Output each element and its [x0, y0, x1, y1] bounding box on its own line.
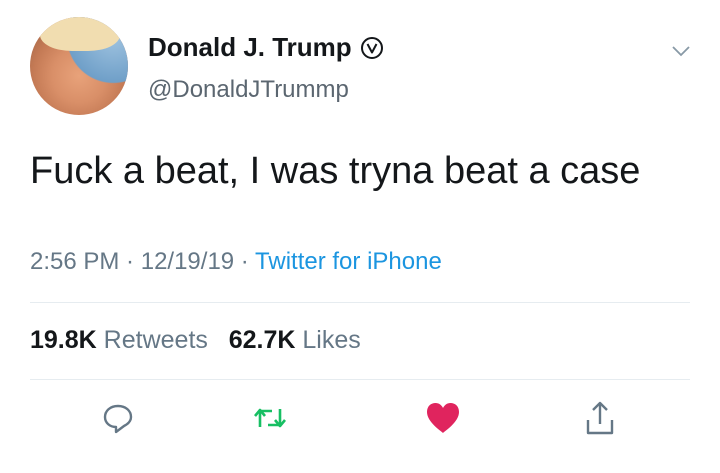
retweets-label: Retweets — [103, 326, 208, 354]
heart-icon — [427, 403, 459, 433]
tweet-source-link[interactable]: Twitter for iPhone — [255, 248, 442, 275]
avatar-hair — [40, 17, 120, 51]
author-name-row: Donald J. Trump — [148, 32, 384, 63]
retweet-button[interactable] — [250, 398, 290, 438]
retweets-count: 19.8K — [30, 326, 97, 354]
verified-badge-icon — [360, 36, 383, 59]
likes-count: 62.7K — [228, 326, 296, 354]
likes-stat[interactable]: 62.7K Likes — [229, 326, 361, 354]
avatar[interactable] — [30, 17, 128, 115]
tweet-date[interactable]: 12/19/19 — [141, 248, 234, 275]
divider — [30, 379, 690, 380]
retweet-icon — [254, 408, 286, 428]
retweets-stat[interactable]: 19.8K Retweets — [30, 326, 208, 354]
tweet-time[interactable]: 2:56 PM — [30, 248, 119, 275]
tweet-stats: 19.8K Retweets 62.7K Likes — [30, 326, 361, 355]
tweet-text: Fuck a beat, I was tryna beat a case — [30, 150, 641, 192]
share-button[interactable] — [580, 398, 620, 438]
like-button[interactable] — [423, 398, 463, 438]
share-icon — [586, 401, 614, 435]
author-name[interactable]: Donald J. Trump — [148, 32, 352, 63]
tweet-meta: 2:56 PM · 12/19/19 · Twitter for iPhone — [30, 248, 442, 276]
divider — [30, 302, 690, 303]
reply-icon — [103, 404, 133, 434]
meta-separator: · — [119, 248, 141, 275]
chevron-down-icon[interactable] — [670, 40, 692, 62]
action-bar — [0, 398, 720, 448]
likes-label: Likes — [302, 326, 361, 354]
reply-button[interactable] — [98, 398, 138, 438]
meta-separator: · — [234, 248, 256, 275]
author-handle[interactable]: @DonaldJTrummp — [148, 76, 349, 104]
